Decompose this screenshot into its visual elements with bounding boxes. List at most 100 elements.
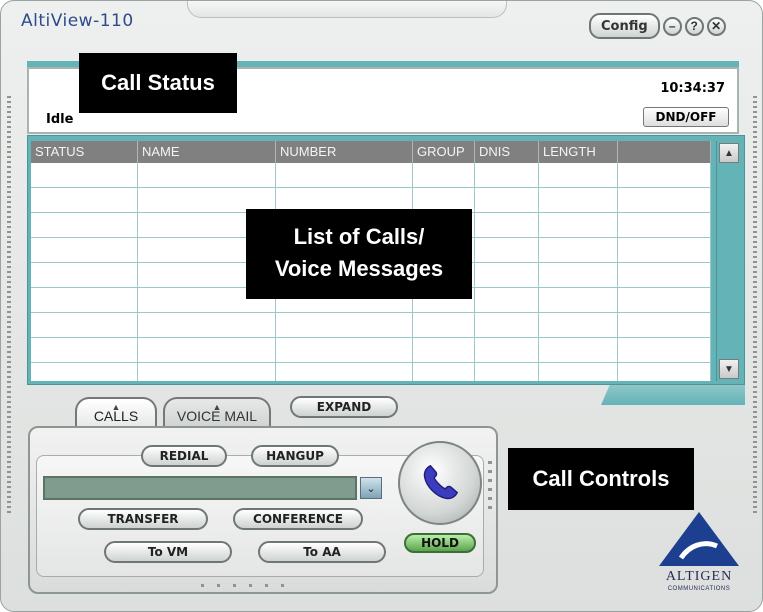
table-cell	[475, 238, 539, 262]
table-cell	[31, 188, 138, 212]
table-cell	[475, 338, 539, 362]
config-button[interactable]: Config	[589, 13, 660, 39]
table-cell	[539, 263, 618, 287]
table-cell	[138, 363, 276, 381]
dropdown-arrow-icon[interactable]: ⌄	[360, 477, 382, 499]
tab-marker-icon: ▲	[212, 402, 222, 412]
table-row[interactable]	[31, 313, 711, 338]
table-cell	[138, 313, 276, 337]
callout-call-controls: Call Controls	[508, 448, 694, 510]
to-vm-button[interactable]: To VM	[104, 541, 232, 563]
callout-call-list-line2: Voice Messages	[274, 256, 444, 281]
table-row[interactable]	[31, 363, 711, 381]
table-cell	[618, 188, 711, 212]
call-state: Idle	[46, 112, 74, 127]
table-cell	[618, 338, 711, 362]
column-header-group[interactable]: GROUP	[413, 141, 475, 163]
table-cell	[475, 163, 539, 187]
table-cell	[539, 188, 618, 212]
conference-button[interactable]: CONFERENCE	[233, 508, 363, 530]
close-icon[interactable]: ✕	[706, 16, 726, 36]
table-cell	[618, 163, 711, 187]
top-controls: Config – ? ✕	[589, 13, 741, 39]
table-cell	[413, 163, 475, 187]
table-cell	[539, 338, 618, 362]
table-cell	[618, 363, 711, 381]
table-cell	[31, 313, 138, 337]
hold-button[interactable]: HOLD	[404, 533, 476, 553]
table-cell	[31, 163, 138, 187]
table-cell	[539, 288, 618, 312]
minimize-icon[interactable]: –	[662, 16, 682, 36]
bottom-grip	[201, 584, 291, 587]
column-header-status[interactable]: STATUS	[31, 141, 138, 163]
column-header-number[interactable]: NUMBER	[276, 141, 413, 163]
logo-subtitle: COMMUNICATIONS	[667, 586, 731, 592]
table-header: STATUS NAME NUMBER GROUP DNIS LENGTH	[31, 141, 711, 163]
table-cell	[276, 163, 413, 187]
table-cell	[475, 363, 539, 381]
table-cell	[475, 263, 539, 287]
table-cell	[413, 338, 475, 362]
redial-button[interactable]: REDIAL	[141, 445, 227, 467]
tab-voice-mail[interactable]: ▲ VOICE MAIL	[163, 397, 271, 427]
phone-handset-icon[interactable]	[398, 441, 482, 525]
logo-name: ALTIGEN	[665, 569, 733, 584]
table-cell	[138, 163, 276, 187]
table-cell	[539, 363, 618, 381]
scroll-up-icon[interactable]: ▲	[719, 143, 739, 163]
right-grip	[753, 96, 757, 516]
app-title: AltiView-110	[21, 11, 134, 31]
tab-marker-icon: ▲	[111, 402, 121, 412]
transfer-button[interactable]: TRANSFER	[78, 508, 208, 530]
table-cell	[31, 213, 138, 237]
table-cell	[276, 363, 413, 381]
table-cell	[31, 288, 138, 312]
table-cell	[539, 313, 618, 337]
table-cell	[618, 313, 711, 337]
callout-call-list-line1: List of Calls/	[293, 224, 425, 249]
table-cell	[276, 313, 413, 337]
to-aa-button[interactable]: To AA	[258, 541, 386, 563]
expand-button[interactable]: EXPAND	[290, 396, 398, 418]
table-cell	[276, 338, 413, 362]
clock: 10:34:37	[660, 81, 725, 96]
altiview-window: AltiView-110 Config – ? ✕ Idle 10:34:37 …	[0, 0, 763, 612]
volume-dots	[488, 461, 492, 511]
hangup-button[interactable]: HANGUP	[251, 445, 339, 467]
callout-call-status: Call Status	[79, 53, 237, 113]
table-cell	[618, 238, 711, 262]
table-cell	[539, 163, 618, 187]
dnd-button[interactable]: DND/OFF	[643, 107, 729, 127]
table-cell	[539, 238, 618, 262]
column-header-name[interactable]: NAME	[138, 141, 276, 163]
table-cell	[413, 363, 475, 381]
left-grip	[7, 96, 11, 516]
table-cell	[475, 188, 539, 212]
title-notch	[187, 1, 507, 18]
dial-input[interactable]	[43, 476, 357, 500]
tab-calls[interactable]: ▲ CALLS	[75, 397, 157, 427]
tabs-shelf	[601, 385, 745, 405]
column-header-dnis[interactable]: DNIS	[475, 141, 539, 163]
list-scrollbar[interactable]: ▲ ▼	[716, 141, 740, 381]
column-header-length[interactable]: LENGTH	[539, 141, 618, 163]
table-cell	[618, 263, 711, 287]
table-cell	[539, 213, 618, 237]
table-cell	[618, 213, 711, 237]
column-header-blank	[618, 141, 711, 163]
table-cell	[475, 288, 539, 312]
table-cell	[475, 213, 539, 237]
table-cell	[31, 363, 138, 381]
table-row[interactable]	[31, 338, 711, 363]
table-cell	[31, 238, 138, 262]
scroll-down-icon[interactable]: ▼	[719, 359, 739, 379]
table-cell	[475, 313, 539, 337]
table-row[interactable]	[31, 163, 711, 188]
table-cell	[413, 313, 475, 337]
table-cell	[618, 288, 711, 312]
table-cell	[31, 338, 138, 362]
callout-call-list: List of Calls/ Voice Messages	[246, 209, 472, 299]
help-icon[interactable]: ?	[684, 16, 704, 36]
table-cell	[138, 338, 276, 362]
